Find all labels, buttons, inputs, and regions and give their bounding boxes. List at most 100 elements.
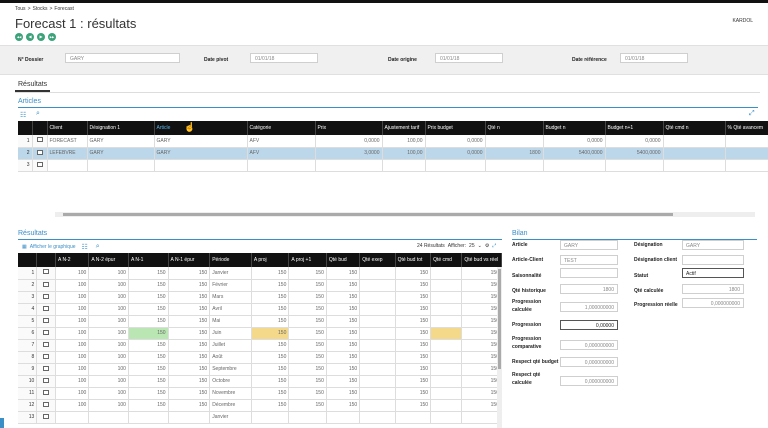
settings-icon[interactable]: ⚙	[485, 243, 489, 249]
column-header[interactable]: A N-2	[55, 253, 90, 267]
search-icon[interactable]: ⌕	[96, 243, 100, 251]
breadcrumb-item-tous[interactable]: Tous	[15, 6, 26, 12]
column-header[interactable]: Budget n+1	[605, 121, 664, 135]
row-detail-icon[interactable]	[36, 339, 56, 352]
table-row[interactable]: 4 100 100 150 150 Avril 150 150 150 150 150	[18, 303, 502, 316]
column-header[interactable]: Qté bud vs réel	[461, 253, 502, 267]
table-row[interactable]: 5 100 100 150 150 Mai 150 150 150 150 150	[18, 315, 502, 328]
row-detail-icon[interactable]	[36, 267, 56, 280]
column-header[interactable]: A N-1 épur	[168, 253, 211, 267]
row-detail-icon[interactable]	[32, 147, 48, 160]
table-row[interactable]: 13 Janvier	[18, 411, 502, 424]
chevron-down-icon[interactable]: ⌄	[478, 243, 482, 249]
column-header[interactable]: % Qté avancem	[725, 121, 768, 135]
row-detail-icon[interactable]	[36, 149, 43, 155]
respect-budget-field[interactable]: 0,000000000	[560, 357, 618, 367]
column-header[interactable]: Budget n	[543, 121, 606, 135]
table-row[interactable]: 6 100 100 150 150 Juin 150 150 150 150 150	[18, 327, 502, 340]
column-header[interactable]: Qté exep	[359, 253, 396, 267]
column-header[interactable]	[18, 121, 33, 135]
column-header[interactable]: A proj +1	[288, 253, 327, 267]
row-detail-icon[interactable]	[43, 317, 50, 323]
table-row[interactable]: 8 100 100 150 150 Août 150 150 150 150 150	[18, 351, 502, 364]
column-header[interactable]: Qté cmd	[430, 253, 463, 267]
table-row[interactable]: 9 100 100 150 150 Septembre 150 150 150 150 150	[18, 363, 502, 376]
table-row[interactable]: 11 100 100 150 150 Novembre 150 150 150 150 150	[18, 387, 502, 400]
column-header[interactable]: Catégorie	[247, 121, 316, 135]
first-record-button[interactable]: ◀◀	[15, 33, 23, 41]
table-row[interactable]: 1 FORECAST GARY GARY AFV 0,0000 100,00 0,0000 0,…	[18, 135, 768, 148]
column-header[interactable]: Article	[154, 121, 248, 135]
column-header[interactable]: Période	[209, 253, 252, 267]
row-detail-icon[interactable]	[43, 269, 50, 275]
column-header[interactable]: Prix	[315, 121, 383, 135]
dossier-field[interactable]: GARY	[65, 53, 180, 63]
column-header[interactable]: Prix budget	[425, 121, 486, 135]
row-detail-icon[interactable]	[43, 413, 50, 419]
saisonnalite-field[interactable]	[560, 268, 618, 278]
scrollbar-thumb[interactable]	[498, 269, 501, 369]
qte-calculee-field[interactable]: 1800	[682, 284, 744, 294]
table-row[interactable]: 2 LEFEBVRE GARY GARY AFV 3,0000 100,00 0,0000 18…	[18, 147, 768, 160]
row-detail-icon[interactable]	[43, 353, 50, 359]
tab-resultats[interactable]: Résultats	[15, 81, 51, 92]
show-chart-link[interactable]: Afficher le graphique	[30, 244, 76, 250]
row-detail-icon[interactable]	[36, 161, 43, 167]
table-row[interactable]: 7 100 100 150 150 Juillet 150 150 150 150 150	[18, 339, 502, 352]
row-detail-icon[interactable]	[36, 137, 43, 143]
row-detail-icon[interactable]	[36, 279, 56, 292]
row-detail-icon[interactable]	[36, 303, 56, 316]
progression-comparative-field[interactable]: 0,000000000	[560, 340, 618, 350]
page-size-select[interactable]: 25	[469, 243, 475, 249]
row-detail-icon[interactable]	[36, 375, 56, 388]
table-row[interactable]: 12 100 100 150 150 Décembre 150 150 150 150 150	[18, 399, 502, 412]
date-reference-field[interactable]: 01/01/18	[620, 53, 688, 63]
row-detail-icon[interactable]	[43, 377, 50, 383]
column-header[interactable]: Ajustement tarif	[382, 121, 426, 135]
search-icon[interactable]: ⌕	[36, 110, 40, 118]
table-row[interactable]: 3	[18, 159, 768, 172]
column-header[interactable]	[36, 253, 56, 267]
breadcrumb-item-forecast[interactable]: Forecast	[54, 6, 73, 12]
statut-field[interactable]: Actif	[682, 268, 744, 278]
row-detail-icon[interactable]	[32, 159, 48, 172]
column-header[interactable]: A N-2 épur	[88, 253, 129, 267]
column-header[interactable]	[32, 121, 48, 135]
previous-record-button[interactable]: ◀	[26, 33, 34, 41]
date-pivot-field[interactable]: 01/01/18	[250, 53, 318, 63]
progression-field[interactable]: 0,00000	[560, 320, 618, 330]
row-detail-icon[interactable]	[43, 365, 50, 371]
last-record-button[interactable]: ▶▶	[48, 33, 56, 41]
row-detail-icon[interactable]	[36, 291, 56, 304]
designation-client-field[interactable]	[682, 255, 744, 265]
expand-icon[interactable]: ⤢	[749, 110, 755, 118]
row-detail-icon[interactable]	[36, 387, 56, 400]
article-field[interactable]: GARY	[560, 240, 618, 250]
row-detail-icon[interactable]	[36, 315, 56, 328]
designation-field[interactable]: GARY	[682, 240, 744, 250]
resultats-vertical-scrollbar[interactable]	[497, 267, 502, 428]
next-record-button[interactable]: ▶	[37, 33, 45, 41]
articles-horizontal-scrollbar[interactable]	[55, 212, 755, 217]
list-view-icon[interactable]: ☷	[82, 243, 88, 251]
row-detail-icon[interactable]	[43, 341, 50, 347]
column-header[interactable]: Qté cmd n	[663, 121, 726, 135]
row-detail-icon[interactable]	[36, 363, 56, 376]
row-detail-icon[interactable]	[43, 401, 50, 407]
article-client-field[interactable]: TEST	[560, 255, 618, 265]
list-view-icon[interactable]: ☷	[20, 111, 26, 119]
column-header[interactable]: Client	[47, 121, 88, 135]
progression-reelle-field[interactable]: 0,000000000	[682, 298, 744, 308]
table-row[interactable]: 10 100 100 150 150 Octobre 150 150 150 150 150	[18, 375, 502, 388]
table-row[interactable]: 2 100 100 150 150 Février 150 150 150 150 150	[18, 279, 502, 292]
date-origine-field[interactable]: 01/01/18	[435, 53, 503, 63]
breadcrumb-item-stocks[interactable]: Stocks	[32, 6, 47, 12]
row-detail-icon[interactable]	[36, 351, 56, 364]
column-header[interactable]: Qté n	[485, 121, 544, 135]
column-header[interactable]: A proj	[251, 253, 290, 267]
respect-calculee-field[interactable]: 0,000000000	[560, 376, 618, 386]
row-detail-icon[interactable]	[36, 327, 56, 340]
column-header[interactable]: A N-1	[128, 253, 169, 267]
expand-icon[interactable]: ⤢	[492, 243, 496, 249]
row-detail-icon[interactable]	[43, 305, 50, 311]
